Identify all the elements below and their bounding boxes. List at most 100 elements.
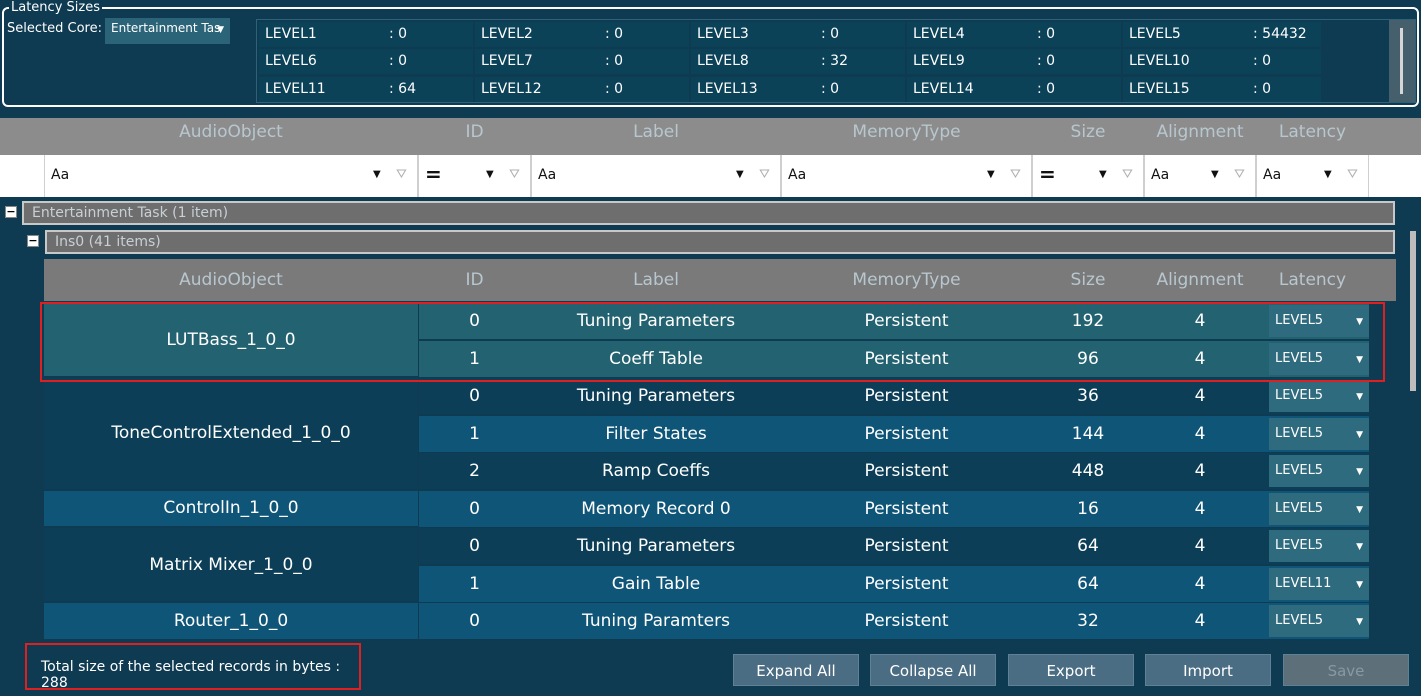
latency-dropdown[interactable]: LEVEL5 ▼: [1269, 605, 1369, 637]
clear-filter-icon[interactable]: ⛛: [509, 167, 520, 182]
clear-filter-icon[interactable]: ⛛: [1010, 167, 1021, 182]
filter-operator[interactable]: Aa: [538, 167, 556, 183]
clear-filter-icon[interactable]: ⛛: [1234, 167, 1245, 182]
column-header-latency[interactable]: Latency: [1256, 122, 1369, 142]
cell-label: Memory Record 0: [581, 498, 731, 519]
latency-dropdown[interactable]: LEVEL5 ▼: [1269, 530, 1369, 562]
table-row[interactable]: 1 Gain Table Persistent 64 4 LEVEL11 ▼: [419, 565, 1369, 603]
scrollbar-thumb[interactable]: [1410, 231, 1416, 391]
column-header-label[interactable]: Label: [531, 270, 781, 290]
column-filter-memorytype[interactable]: Aa ▼ ⛛: [781, 155, 1032, 197]
column-header-audioobject[interactable]: AudioObject: [44, 270, 418, 290]
column-header-alignment[interactable]: Alignment: [1144, 270, 1256, 290]
collapse-core-group-icon[interactable]: −: [5, 206, 17, 218]
chevron-down-icon[interactable]: ▼: [987, 169, 995, 180]
cell-align: 4: [1194, 423, 1206, 444]
column-filter-id[interactable]: = ▼ ⛛: [418, 155, 531, 197]
clear-filter-icon[interactable]: ⛛: [759, 167, 770, 182]
cell-id: 0: [469, 611, 480, 631]
latency-dropdown[interactable]: LEVEL5 ▼: [1269, 380, 1369, 412]
column-header-id[interactable]: ID: [418, 270, 531, 290]
clear-filter-icon[interactable]: ⛛: [1347, 167, 1358, 182]
column-header-audioobject[interactable]: AudioObject: [44, 122, 418, 142]
latency-scrollbar[interactable]: [1389, 20, 1415, 102]
audio-object-cell[interactable]: Router_1_0_0: [44, 603, 418, 641]
cell-size: 36: [1077, 386, 1099, 406]
chevron-down-icon: ▼: [1356, 317, 1363, 327]
clear-filter-icon[interactable]: ⛛: [396, 167, 407, 182]
cell-align: 4: [1194, 311, 1206, 331]
latency-levels-panel: LEVEL1: 0 LEVEL2: 0 LEVEL3: 0 LEVEL4: 0 LEVE…: [256, 19, 1416, 103]
cell-label: Coeff Table: [609, 348, 703, 369]
latency-dropdown-value: LEVEL5: [1275, 313, 1324, 328]
instance-group-header[interactable]: Ins0 (41 items): [45, 230, 1395, 254]
cell-size: 64: [1077, 573, 1099, 594]
column-header-size[interactable]: Size: [1032, 122, 1144, 142]
table-row[interactable]: 0 Tuning Parameters Persistent 36 4 LEVEL5 ▼: [419, 378, 1369, 415]
latency-level-value: : 54432: [1253, 26, 1307, 42]
collapse-instance-group-icon[interactable]: −: [27, 235, 39, 247]
table-row[interactable]: 1 Filter States Persistent 144 4 LEVEL5 ▼: [419, 415, 1369, 453]
column-header-alignment[interactable]: Alignment: [1144, 122, 1256, 142]
latency-dropdown-value: LEVEL5: [1275, 538, 1324, 553]
column-filter-latency[interactable]: Aa ▼ ⛛: [1256, 155, 1369, 197]
table-row[interactable]: 0 Tuning Paramters Persistent 32 4 LEVEL5 ▼: [419, 603, 1369, 640]
audio-object-cell[interactable]: ControlIn_1_0_0: [44, 490, 418, 528]
clear-filter-icon[interactable]: ⛛: [1122, 167, 1133, 182]
expand-all-button[interactable]: Expand All: [733, 654, 859, 686]
table-row[interactable]: 0 Tuning Parameters Persistent 192 4 LEVEL5 ▼: [419, 303, 1369, 340]
chevron-down-icon[interactable]: ▼: [486, 169, 494, 180]
latency-dropdown[interactable]: LEVEL5 ▼: [1269, 342, 1369, 375]
cell-label: Tuning Parameters: [576, 311, 736, 331]
filter-operator[interactable]: =: [1039, 162, 1056, 186]
column-header-latency[interactable]: Latency: [1256, 270, 1369, 290]
filter-operator[interactable]: Aa: [51, 167, 69, 183]
filter-operator[interactable]: Aa: [1151, 167, 1169, 183]
cell-align: 4: [1194, 611, 1206, 631]
collapse-all-button[interactable]: Collapse All: [870, 654, 996, 686]
selected-core-dropdown[interactable]: Entertainment Tas ▼: [105, 18, 230, 44]
latency-dropdown[interactable]: LEVEL5 ▼: [1269, 492, 1369, 525]
column-header-memorytype[interactable]: MemoryType: [781, 270, 1032, 290]
filter-operator[interactable]: Aa: [788, 167, 806, 183]
column-filter-audioobject[interactable]: Aa ▼ ⛛: [44, 155, 418, 197]
latency-dropdown[interactable]: LEVEL5 ▼: [1269, 305, 1369, 337]
filter-operator[interactable]: Aa: [1263, 167, 1281, 183]
column-filter-size[interactable]: = ▼ ⛛: [1032, 155, 1144, 197]
export-button[interactable]: Export: [1008, 654, 1134, 686]
audio-object-cell[interactable]: Matrix Mixer_1_0_0: [44, 528, 418, 603]
import-button[interactable]: Import: [1145, 654, 1271, 686]
save-button[interactable]: Save: [1283, 654, 1409, 686]
table-row[interactable]: 0 Memory Record 0 Persistent 16 4 LEVEL5 ▼: [419, 490, 1369, 528]
audio-object-cell[interactable]: LUTBass_1_0_0: [44, 303, 418, 378]
latency-level-name: LEVEL8: [697, 53, 749, 69]
table-row[interactable]: 1 Coeff Table Persistent 96 4 LEVEL5 ▼: [419, 340, 1369, 378]
chevron-down-icon[interactable]: ▼: [736, 169, 744, 180]
latency-dropdown-value: LEVEL5: [1275, 388, 1324, 403]
chevron-down-icon[interactable]: ▼: [1211, 169, 1219, 180]
filter-operator[interactable]: =: [425, 162, 442, 186]
grid-scrollbar[interactable]: [1396, 201, 1421, 631]
column-header-label[interactable]: Label: [531, 122, 781, 142]
chevron-down-icon[interactable]: ▼: [373, 169, 381, 180]
column-header-size[interactable]: Size: [1032, 270, 1144, 290]
column-header-id[interactable]: ID: [418, 122, 531, 142]
latency-level-cell: LEVEL13: 0: [691, 77, 905, 102]
latency-level-cell: LEVEL6: 0: [259, 49, 473, 74]
table-row[interactable]: 0 Tuning Parameters Persistent 64 4 LEVEL5 ▼: [419, 528, 1369, 565]
chevron-down-icon[interactable]: ▼: [1324, 169, 1332, 180]
column-header-memorytype[interactable]: MemoryType: [781, 122, 1032, 142]
latency-dropdown[interactable]: LEVEL11 ▼: [1269, 567, 1369, 600]
latency-dropdown-value: LEVEL5: [1275, 463, 1324, 478]
memory-records-grid: AudioObject ID Label MemoryType Size Alignmen…: [0, 112, 1421, 696]
column-filter-alignment[interactable]: Aa ▼ ⛛: [1144, 155, 1256, 197]
latency-dropdown[interactable]: LEVEL5 ▼: [1269, 455, 1369, 487]
chevron-down-icon[interactable]: ▼: [1099, 169, 1107, 180]
core-group-header[interactable]: Entertainment Task (1 item): [22, 201, 1395, 225]
column-filter-label[interactable]: Aa ▼ ⛛: [531, 155, 781, 197]
table-row[interactable]: 2 Ramp Coeffs Persistent 448 4 LEVEL5 ▼: [419, 453, 1369, 490]
audio-object-cell[interactable]: ToneControlExtended_1_0_0: [44, 378, 418, 491]
latency-dropdown[interactable]: LEVEL5 ▼: [1269, 417, 1369, 450]
latency-level-cell: LEVEL4: 0: [907, 22, 1121, 47]
scrollbar-thumb[interactable]: [1400, 28, 1403, 94]
